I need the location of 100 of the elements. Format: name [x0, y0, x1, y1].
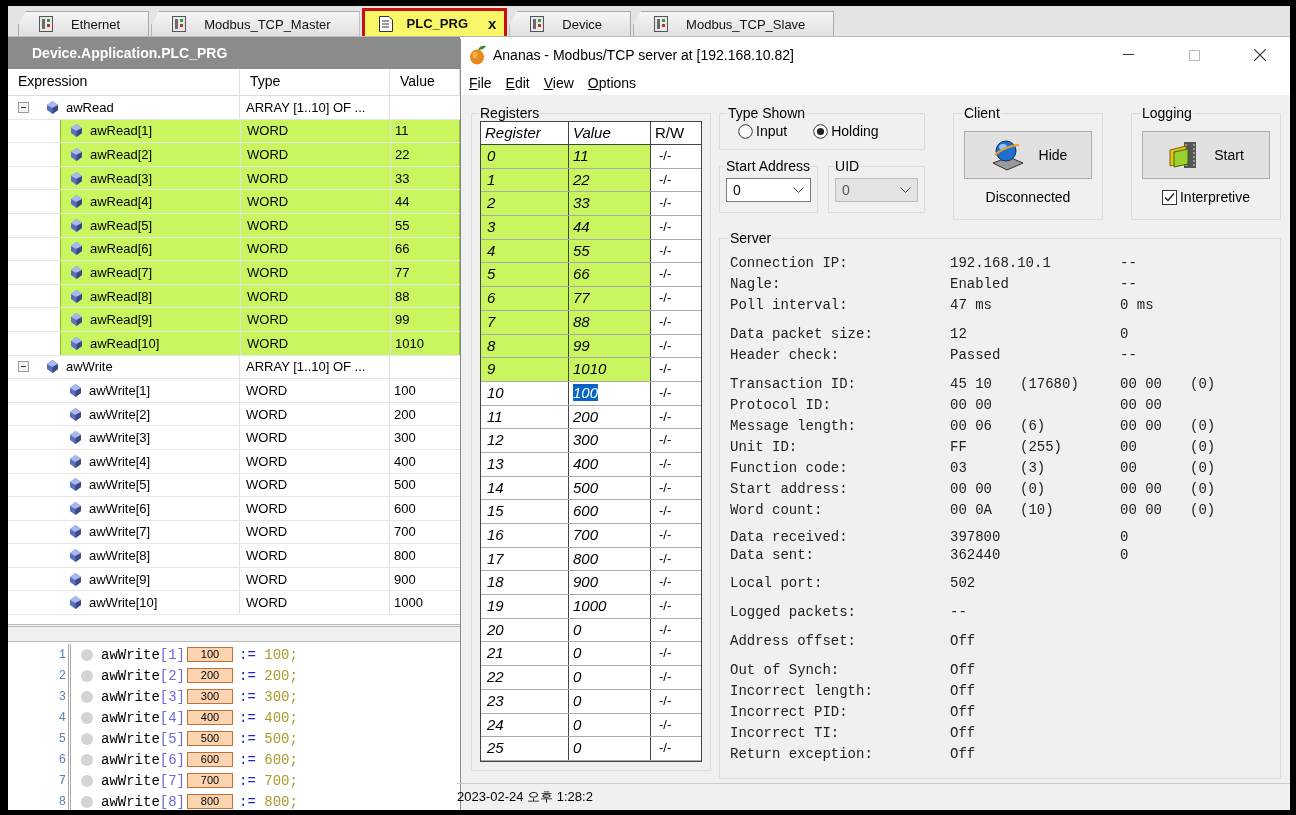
value-cell[interactable]: 55 [569, 239, 651, 263]
column-header[interactable]: Value [569, 122, 651, 144]
column-header[interactable]: Expression [8, 69, 240, 95]
stat-value: 00 [1120, 438, 1138, 455]
editor-tab[interactable]: PLC_PRG x [361, 8, 508, 36]
collapse-icon[interactable] [18, 101, 29, 113]
editor-tab[interactable]: Modbus_TCP_Master [151, 11, 360, 36]
radio-indicator[interactable] [738, 123, 753, 139]
register-cell: 8 [481, 334, 569, 358]
stat-label: Unit ID: [730, 438, 799, 455]
hide-button[interactable]: Hide [964, 131, 1092, 179]
value-cell-text: 99 [394, 312, 410, 328]
value-cell[interactable]: 500 [569, 476, 651, 500]
value-cell[interactable]: 88 [569, 310, 651, 334]
value-cell[interactable]: 0 [569, 666, 651, 689]
value-cell[interactable]: 900 [569, 571, 651, 595]
variable-icon [71, 265, 82, 279]
stat-value: 00 00 [950, 396, 993, 413]
menu-item[interactable]: File [469, 75, 492, 91]
access-cell-text: -/- [658, 668, 673, 687]
stat-label: Return exception: [730, 745, 874, 762]
dot-icon [81, 795, 93, 808]
expression-cell: awWrite[8] [89, 548, 151, 564]
editor-tab[interactable]: Device [509, 11, 632, 36]
editor-tab[interactable]: Modbus_TCP_Slave [633, 11, 835, 36]
value-cell[interactable]: 400 [569, 452, 651, 476]
close-button[interactable]: x [488, 15, 497, 32]
minimize-icon[interactable] [1122, 54, 1134, 56]
device-icon [654, 16, 669, 32]
value-cell[interactable]: 0 [569, 689, 651, 713]
checkbox[interactable]: Interpretive [1161, 189, 1250, 205]
value-cell[interactable]: 99 [569, 334, 651, 358]
stat-label: Data packet size: [730, 325, 874, 342]
close-icon[interactable] [1254, 49, 1266, 61]
variable-icon [47, 100, 58, 114]
value-cell[interactable]: 0 [569, 737, 651, 760]
value-cell[interactable]: 44 [569, 216, 651, 239]
stat-value: (0) [1190, 438, 1217, 455]
value-cell[interactable]: 600 [569, 500, 651, 523]
group-title: Type Shown [727, 105, 807, 121]
value-cell[interactable]: 11 [569, 145, 651, 168]
value-cell-text: 55 [394, 217, 410, 233]
register-cell: 24 [481, 713, 569, 737]
radio-option[interactable]: Holding [813, 123, 879, 139]
access-cell-text: -/- [658, 383, 673, 402]
menu-item[interactable]: Edit [505, 75, 530, 91]
stat-value: FF [950, 438, 968, 455]
value-cell-text: 1010 [394, 335, 424, 351]
expression-cell: awWrite[6] [89, 500, 151, 516]
value-cell[interactable]: 77 [569, 287, 651, 310]
value-cell[interactable]: 1000 [569, 595, 651, 618]
register-cell: 4 [481, 239, 569, 263]
radio-option[interactable]: Input [738, 123, 788, 139]
stat-value: 00 [1120, 459, 1138, 476]
dropdown[interactable]: 0 [726, 178, 812, 202]
value-cell[interactable]: 66 [569, 263, 651, 287]
value-cell[interactable]: 0 [569, 618, 651, 642]
code-text: := 600; [239, 751, 298, 768]
register-cell: 15 [481, 500, 569, 523]
start-button[interactable]: Start [1142, 131, 1270, 179]
code-text: := 100; [239, 646, 298, 663]
value-cell[interactable]: 700 [569, 524, 651, 547]
access-cell-text: -/- [658, 147, 673, 165]
variable-icon [71, 313, 82, 327]
variable-icon [70, 596, 81, 610]
collapse-icon[interactable] [18, 361, 29, 373]
stat-value: Off [950, 661, 977, 678]
radio-indicator[interactable] [813, 123, 829, 139]
value-cell[interactable]: 1010 [569, 358, 651, 381]
value-cell[interactable]: 0 [569, 713, 651, 737]
stat-value: 362440 [950, 547, 1002, 563]
value-cell-text: 200 [393, 406, 416, 422]
monitor-value: 100 [187, 647, 234, 662]
column-header[interactable]: R/W [651, 122, 701, 144]
expression-cell: awRead[5] [90, 217, 153, 233]
monitor-value: 800 [187, 794, 234, 809]
value-cell[interactable]: 22 [569, 168, 651, 192]
group-title: UID [834, 158, 861, 174]
menu-item[interactable]: View [543, 75, 574, 91]
value-cell[interactable]: 300 [569, 429, 651, 452]
value-cell[interactable]: 800 [569, 547, 651, 571]
stat-label: Incorrect TI: [730, 724, 841, 741]
stat-value: (0) [1020, 480, 1047, 497]
value-cell-text: 900 [393, 571, 416, 587]
stat-value: (0) [1190, 501, 1217, 518]
column-header[interactable]: Type [240, 69, 390, 95]
access-cell-text: -/- [658, 478, 673, 497]
stat-value: (0) [1190, 417, 1217, 434]
checkbox-indicator[interactable] [1161, 189, 1177, 205]
access-cell-text: -/- [658, 265, 673, 284]
editor-tab[interactable]: Ethernet [18, 11, 150, 36]
column-header[interactable]: Register [481, 122, 569, 144]
value-cell[interactable]: 100 [569, 381, 651, 405]
value-cell[interactable]: 33 [569, 192, 651, 216]
value-cell[interactable]: 200 [569, 405, 651, 429]
variable-icon [70, 572, 81, 586]
menu-item[interactable]: Options [587, 75, 637, 91]
stat-label: Poll interval: [730, 296, 849, 313]
value-cell[interactable]: 0 [569, 642, 651, 666]
stat-value: Off [950, 632, 977, 649]
